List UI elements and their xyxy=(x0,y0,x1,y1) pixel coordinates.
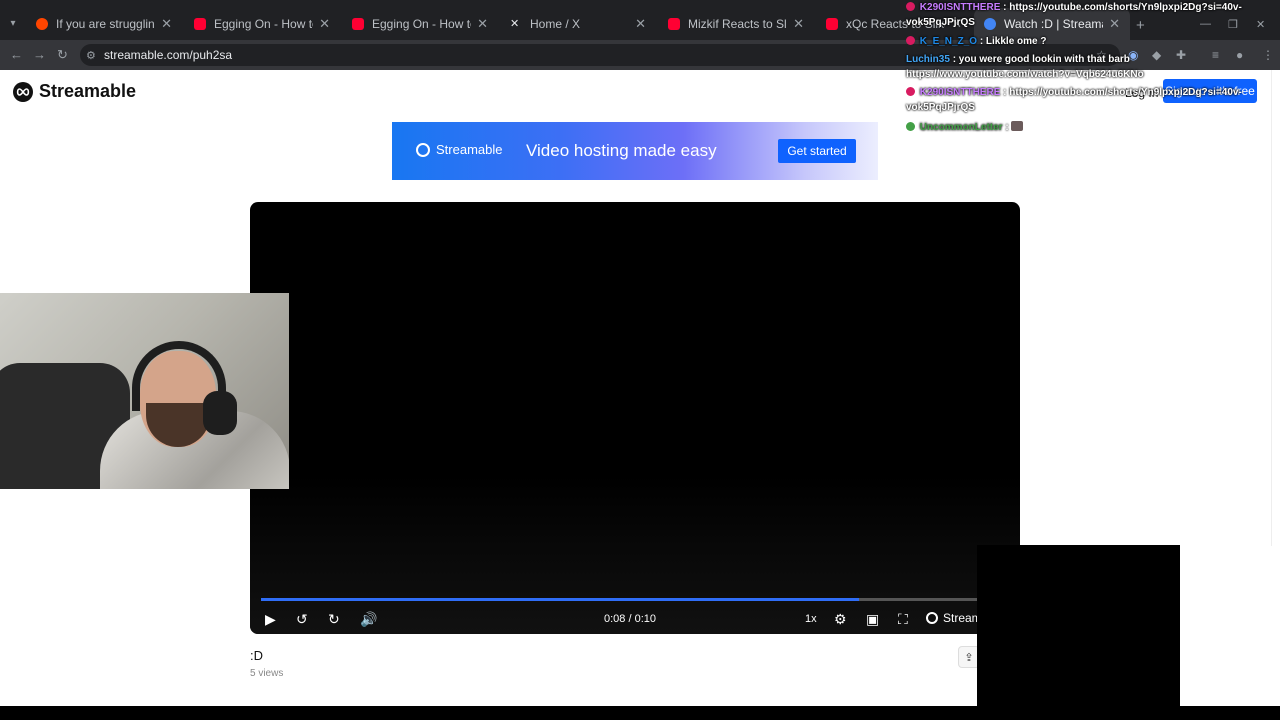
tab-3[interactable]: Egging On - How to Unlock Dev Tool... ✕ xyxy=(342,8,498,40)
youtube-favicon-icon xyxy=(668,18,680,30)
chat-text: vok5PqJPjrQS xyxy=(906,17,975,28)
streamable-logo-icon xyxy=(926,612,938,624)
chat-message: UncommonLetter : xyxy=(906,121,1024,133)
banner-tagline: Video hosting made easy xyxy=(526,141,717,160)
webcam-overlay xyxy=(0,293,289,489)
banner-brand: Streamable xyxy=(416,142,502,157)
chat-text: https://www.youtube.com/watch?v=Vqb624u6… xyxy=(906,69,1144,80)
youtube-favicon-icon xyxy=(194,18,206,30)
tab-label: Home / X xyxy=(530,17,581,31)
play-icon[interactable]: ▶ xyxy=(265,610,276,628)
tab-5[interactable]: Mizkif Reacts to Sliker Breaking ✕ xyxy=(658,8,814,40)
tab-close-icon[interactable]: ✕ xyxy=(319,16,330,32)
overlay-black-box xyxy=(977,545,1180,720)
chat-overlay: K290ISNTTHERE : https://youtube.com/shor… xyxy=(906,0,1280,140)
view-count: 5 views xyxy=(250,668,284,679)
page-scrollbar[interactable] xyxy=(1271,70,1280,546)
youtube-favicon-icon xyxy=(826,18,838,30)
tab-search-icon[interactable]: ▾ xyxy=(4,14,22,32)
back-icon[interactable]: ← xyxy=(10,47,23,62)
youtube-favicon-icon xyxy=(352,18,364,30)
rewind-icon[interactable]: ↺ xyxy=(296,610,308,628)
banner-get-started-button[interactable]: Get started xyxy=(778,139,856,163)
banner-brand-text: Streamable xyxy=(436,142,503,157)
site-info-icon[interactable]: ⚙ xyxy=(86,49,96,62)
chat-message: Luchin35 : you were good lookin with tha… xyxy=(906,54,1130,65)
reload-icon[interactable]: ↻ xyxy=(57,47,68,63)
chat-message: K_E_N_Z_O : Likkle ome ? xyxy=(906,36,1047,47)
tab-label: Egging On - How to Unlock Dev Tool... xyxy=(372,17,471,31)
pip-icon[interactable]: ▣ xyxy=(866,610,879,628)
tab-label: Egging On - How to unlock The Golden... xyxy=(214,17,313,31)
time-display: 0:08 / 0:10 xyxy=(604,613,656,625)
volume-icon[interactable]: 🔊 xyxy=(360,610,377,628)
chat-username: K290ISNTTHERE xyxy=(919,2,1001,13)
ad-banner[interactable]: Streamable Video hosting made easy Get s… xyxy=(392,122,878,180)
url-text[interactable]: streamable.com/puh2sa xyxy=(104,48,232,62)
bottom-strip xyxy=(0,706,1280,720)
screen: ▾ If you are struggling With egging On ✕… xyxy=(0,0,1280,720)
chat-text: : https://youtube.com/shorts/Yn9lpxpi2Dg… xyxy=(1003,87,1242,98)
reddit-favicon-icon xyxy=(36,18,48,30)
logo-text: Streamable xyxy=(39,81,137,101)
chat-badge-icon xyxy=(906,87,915,96)
streamable-logo-icon xyxy=(416,142,430,157)
progress-fill xyxy=(261,598,860,601)
video-player[interactable]: ▶ ↺ ↻ 🔊 0:08 / 0:10 1x ⚙ ▣ ⛶ Streamable xyxy=(250,202,1020,634)
playback-speed[interactable]: 1x xyxy=(805,613,817,625)
chat-badge-icon xyxy=(906,122,915,131)
fullscreen-icon[interactable]: ⛶ xyxy=(898,610,908,628)
tab-close-icon[interactable]: ✕ xyxy=(477,16,488,32)
tab-close-icon[interactable]: ✕ xyxy=(793,16,804,32)
chat-message: https://www.youtube.com/watch?v=Vqb624u6… xyxy=(906,69,1144,80)
chat-text: : https://youtube.com/shorts/Yn9lpxpi2Dg… xyxy=(1003,2,1242,13)
video-title: :D xyxy=(250,648,263,663)
chat-text: : Likkle ome ? xyxy=(979,36,1047,47)
chat-message: K290ISNTTHERE : https://youtube.com/shor… xyxy=(906,2,1242,13)
tab-2[interactable]: Egging On - How to unlock The Golden... … xyxy=(184,8,340,40)
tab-close-icon[interactable]: ✕ xyxy=(161,16,172,32)
chat-username: UncommonLetter xyxy=(919,122,1003,133)
emote-icon xyxy=(1011,121,1024,131)
chat-message: vok5PqJPjrQS xyxy=(906,17,975,28)
headset-earcup xyxy=(203,391,237,435)
tab-4[interactable]: ✕ Home / X ✕ xyxy=(500,8,656,40)
chat-username: K_E_N_Z_O xyxy=(919,36,978,47)
forward-skip-icon[interactable]: ↻ xyxy=(328,610,340,628)
x-favicon-icon: ✕ xyxy=(510,18,520,30)
tab-label: If you are struggling With egging On xyxy=(56,17,155,31)
chat-text: : you were good lookin with that barb xyxy=(952,54,1130,65)
streamable-logo-icon xyxy=(13,81,33,102)
progress-bar[interactable] xyxy=(261,598,1009,601)
chat-username: K290ISNTTHERE xyxy=(919,87,1001,98)
chat-badge-icon xyxy=(906,36,915,45)
forward-icon[interactable]: → xyxy=(33,47,46,62)
chat-message: vok5PqJPjrQS xyxy=(906,102,975,113)
tab-label: Mizkif Reacts to Sliker Breaking xyxy=(688,17,787,31)
tab-1[interactable]: If you are struggling With egging On ✕ xyxy=(26,8,182,40)
chat-badge-icon xyxy=(906,2,915,11)
tab-close-icon[interactable]: ✕ xyxy=(635,16,646,32)
chat-text: vok5PqJPjrQS xyxy=(906,102,975,113)
chat-username: Luchin35 xyxy=(906,54,950,65)
site-logo[interactable]: Streamable xyxy=(13,81,136,102)
settings-gear-icon[interactable]: ⚙ xyxy=(834,610,847,628)
chat-message: K290ISNTTHERE : https://youtube.com/shor… xyxy=(906,87,1242,98)
